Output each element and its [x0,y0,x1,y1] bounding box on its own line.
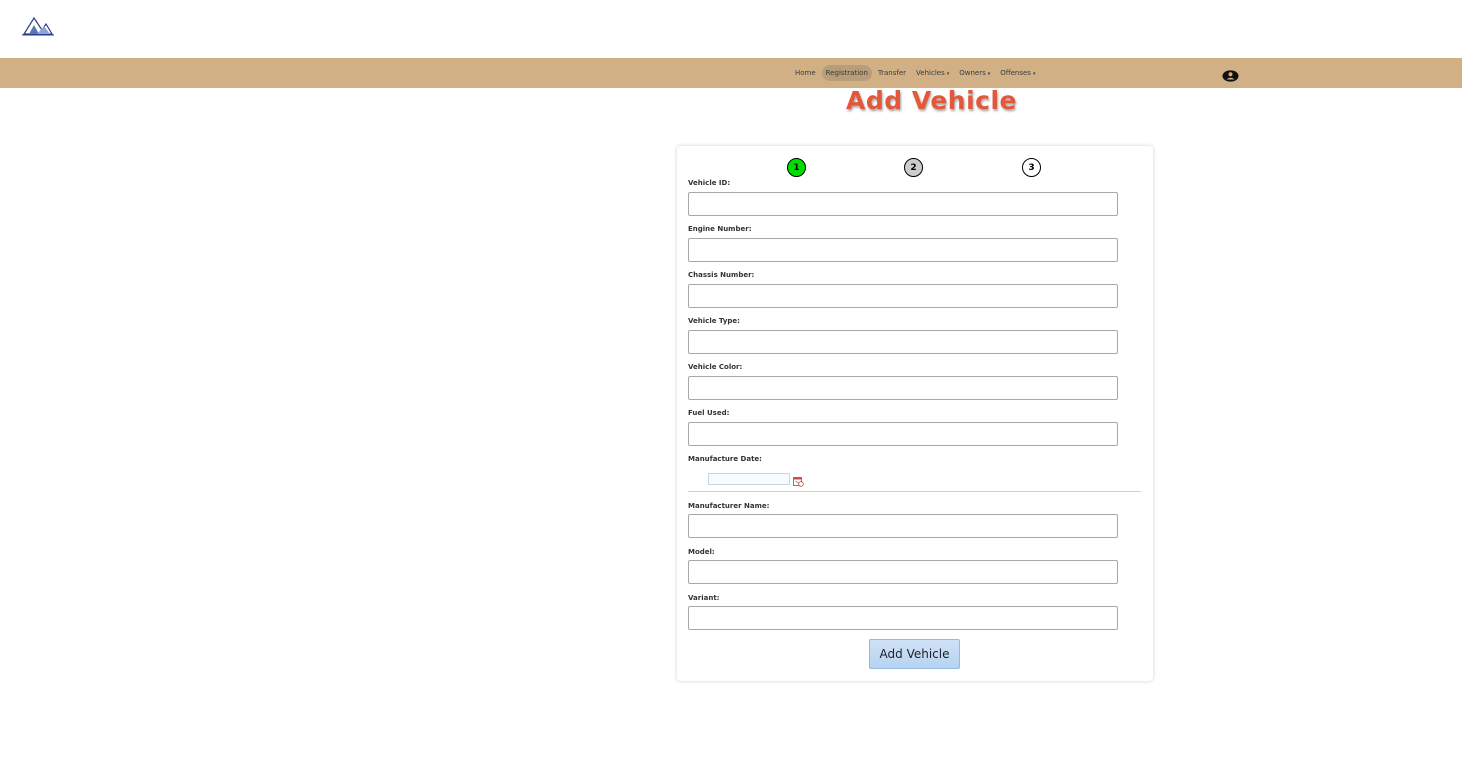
variant-label: Variant: [688,594,720,602]
nav-item-transfer[interactable]: Transfer [874,65,910,81]
chevron-down-icon: ▾ [946,71,950,77]
nav-item-label: Offenses [1000,69,1031,77]
nav-item-label: Owners [959,69,986,77]
nav-item-label: Home [795,69,816,77]
vehicle-color-label: Vehicle Color: [688,363,743,371]
section-divider [688,491,1141,492]
engine-number-label: Engine Number: [688,225,752,233]
step-indicator-2: 2 [904,158,923,177]
nav-item-registration[interactable]: Registration [821,65,872,81]
chassis-number-input[interactable] [688,284,1118,308]
vehicle-type-label: Vehicle Type: [688,317,740,325]
model-input[interactable] [688,560,1118,584]
vehicle-color-input[interactable] [688,376,1118,400]
step-indicator-1: 1 [787,158,806,177]
nav-item-label: Vehicles [916,69,945,77]
variant-input[interactable] [688,606,1118,630]
site-logo[interactable] [20,12,56,52]
nav-item-offenses[interactable]: Offenses ▾ [996,65,1039,81]
add-vehicle-button[interactable]: Add Vehicle [869,639,960,669]
step-indicator-3: 3 [1022,158,1041,177]
page-title: Add Vehicle [846,86,1017,115]
chevron-down-icon: ▾ [987,71,991,77]
manufacturer-name-label: Manufacturer Name: [688,502,770,510]
chevron-down-icon: ▾ [1032,71,1036,77]
calendar-icon[interactable] [793,472,804,487]
chassis-number-label: Chassis Number: [688,271,755,279]
vehicle-type-input[interactable] [688,330,1118,354]
vehicle-id-label: Vehicle ID: [688,179,731,187]
main-nav: Home Registration Transfer Vehicles ▾ Own… [790,58,1040,88]
manufacturer-name-input[interactable] [688,514,1118,538]
add-vehicle-form: 1 2 3 Vehicle ID: Engine Number: Chassis… [677,146,1153,681]
manufacture-date-input[interactable] [708,473,790,485]
user-circle-icon[interactable] [1222,67,1239,82]
nav-item-label: Transfer [877,69,907,77]
model-label: Model: [688,548,715,556]
mountain-logo-icon [22,16,54,36]
nav-item-vehicles[interactable]: Vehicles ▾ [912,65,953,81]
vehicle-id-input[interactable] [688,192,1118,216]
nav-item-owners[interactable]: Owners ▾ [955,65,994,81]
engine-number-input[interactable] [688,238,1118,262]
nav-item-home[interactable]: Home [791,65,820,81]
nav-item-label: Registration [825,69,868,77]
manufacture-date-label: Manufacture Date: [688,455,762,463]
top-navbar: Home Registration Transfer Vehicles ▾ Own… [0,58,1462,88]
fuel-used-label: Fuel Used: [688,409,730,417]
fuel-used-input[interactable] [688,422,1118,446]
